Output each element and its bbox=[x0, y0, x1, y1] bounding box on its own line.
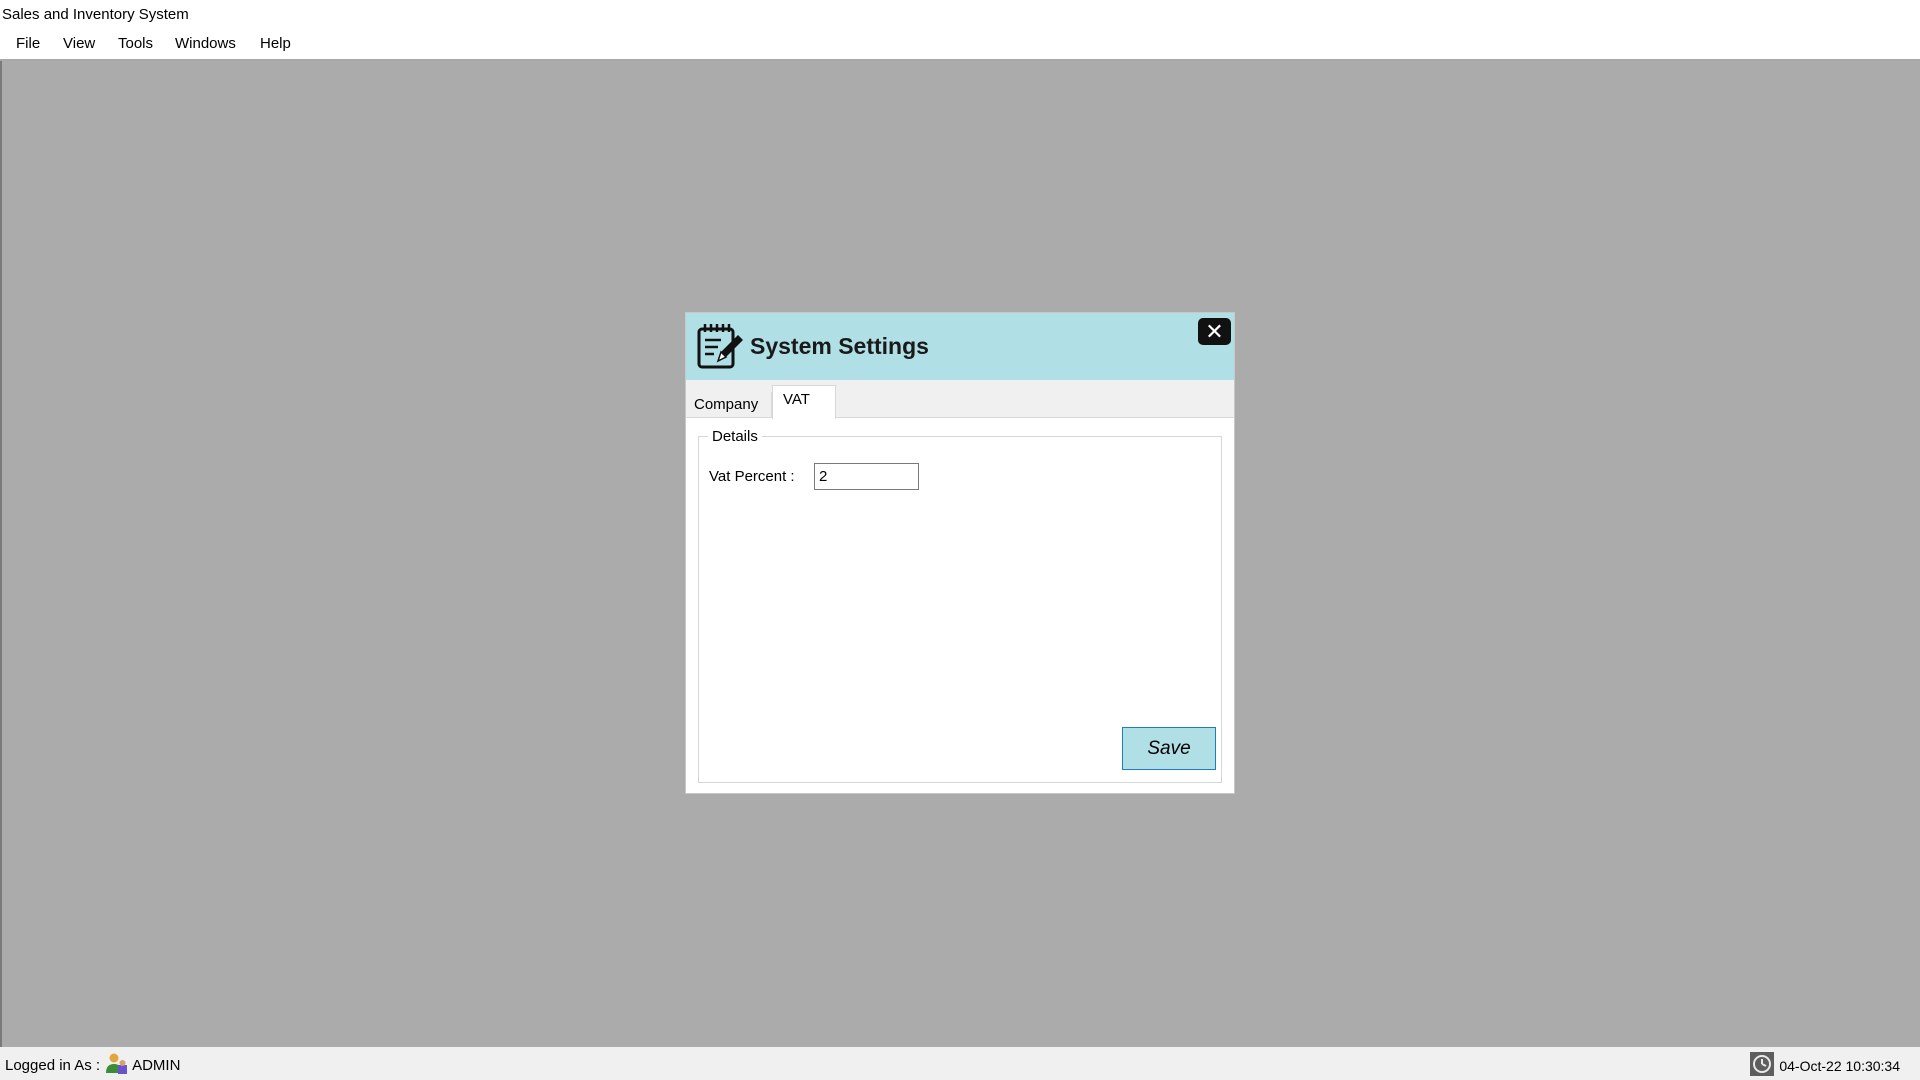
logged-in-status: Logged in As : ADMIN bbox=[5, 1053, 181, 1075]
logged-in-user: ADMIN bbox=[132, 1056, 181, 1074]
window-title: Sales and Inventory System bbox=[2, 6, 189, 23]
vat-percent-input[interactable] bbox=[814, 463, 919, 490]
notepad-edit-icon bbox=[697, 324, 743, 369]
logged-in-label: Logged in As : bbox=[5, 1056, 101, 1074]
user-icon bbox=[106, 1053, 128, 1074]
save-button[interactable]: Save bbox=[1122, 727, 1216, 770]
tab-strip: Company VAT bbox=[686, 380, 1234, 419]
menu-file[interactable]: File bbox=[14, 35, 42, 52]
status-datetime: 04-Oct-22 10:30:34 bbox=[1779, 1057, 1900, 1074]
app-window: Sales and Inventory System File View Too… bbox=[0, 0, 1920, 1080]
vat-percent-label: Vat Percent : bbox=[709, 468, 795, 485]
system-settings-dialog: System Settings ✕ Company VAT Details Va… bbox=[685, 312, 1235, 794]
menu-view[interactable]: View bbox=[61, 35, 97, 52]
datetime-status: 04-Oct-22 10:30:34 bbox=[1750, 1052, 1900, 1076]
close-button[interactable]: ✕ bbox=[1198, 318, 1231, 345]
close-icon: ✕ bbox=[1205, 319, 1224, 344]
menu-help[interactable]: Help bbox=[258, 35, 293, 52]
menu-bar: File View Tools Windows Help bbox=[0, 29, 1920, 61]
title-bar: Sales and Inventory System bbox=[0, 0, 1920, 29]
clock-icon bbox=[1750, 1052, 1775, 1076]
dialog-header: System Settings ✕ bbox=[686, 313, 1234, 380]
tab-company[interactable]: Company bbox=[686, 392, 772, 418]
menu-tools[interactable]: Tools bbox=[116, 35, 155, 52]
status-bar: Logged in As : ADMIN 04-Oct-22 10:30:34 bbox=[0, 1047, 1920, 1080]
tab-vat[interactable]: VAT bbox=[772, 385, 836, 419]
details-legend: Details bbox=[708, 428, 762, 445]
menu-windows[interactable]: Windows bbox=[173, 35, 238, 52]
dialog-title: System Settings bbox=[750, 333, 929, 359]
